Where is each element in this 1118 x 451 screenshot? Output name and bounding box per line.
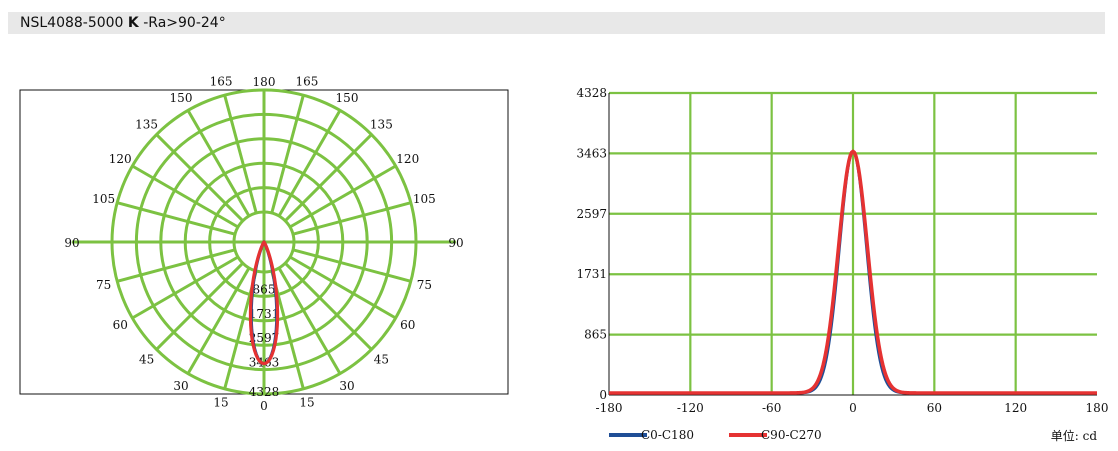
polar-angle-label: 0 [260,399,268,413]
polar-angle-label: 90 [448,236,463,250]
legend-label: C0-C180 [641,428,694,442]
polar-angle-label: 75 [96,278,111,292]
polar-angle-label: 75 [417,278,432,292]
polar-chart: 0 15 30 45 60 75 90 105 120 135 150 165 180 15 30 45 60 7… [19,75,509,413]
polar-angle-label: 105 [413,192,436,206]
line-y-tick-label: 865 [584,328,607,342]
polar-radial-label: 865 [253,282,276,296]
polar-angle-label: 45 [139,352,154,366]
line-y-tick-label: 3463 [576,146,607,160]
line-x-tick-label: 60 [927,401,942,415]
polar-spoke [155,133,244,222]
polar-angle-label: 120 [396,152,419,166]
polar-angle-label: 135 [135,118,158,132]
line-x-tick-label: 0 [849,401,857,415]
polar-angle-label: 120 [109,152,132,166]
polar-angle-label: 150 [336,91,359,105]
polar-angle-label: 15 [299,395,314,409]
polar-spoke [155,262,244,351]
polar-angle-label: 60 [113,318,128,332]
linear-chart: 0 865 1731 2597 3463 4328 -180 -120 -60 0 60 120 180… [576,86,1108,443]
polar-spoke [270,94,305,214]
polar-angle-label: 60 [400,318,415,332]
polar-angle-label: 180 [253,75,276,89]
line-y-tick-label: 0 [599,388,607,402]
unit-label: 单位: cd [1051,428,1098,443]
polar-angle-label: 15 [213,395,228,409]
line-x-tick-label: 180 [1086,401,1109,415]
chart-canvas: 0 15 30 45 60 75 90 105 120 135 150 165 180 15 30 45 60 7… [19,75,1108,443]
polar-angle-label: 45 [374,352,389,366]
line-y-tick-label: 1731 [576,267,607,281]
polar-radial-label: 4328 [249,385,280,399]
polar-spoke [292,248,412,283]
line-y-tick-label: 4328 [576,86,607,100]
polar-spoke [116,248,236,283]
polar-angle-label: 30 [339,379,354,393]
polar-angle-label: 30 [173,379,188,393]
polar-angle-label: 135 [370,118,393,132]
polar-angle-label: 105 [92,192,115,206]
polar-radial-label: 1731 [249,307,280,321]
polar-spoke [223,94,258,214]
polar-angle-label: 150 [170,91,193,105]
line-x-tick-label: -120 [677,401,704,415]
polar-spoke [284,262,373,351]
polar-angle-label: 165 [210,75,233,89]
line-x-tick-label: -180 [596,401,623,415]
polar-angle-label: 90 [64,236,79,250]
legend-label: C90-C270 [761,428,822,442]
line-y-tick-label: 2597 [576,207,607,221]
polar-spoke [284,133,373,222]
polar-spoke [116,201,236,236]
line-x-tick-label: 120 [1004,401,1027,415]
polar-spoke [292,201,412,236]
polar-angle-label: 165 [296,75,319,89]
line-x-tick-label: -60 [762,401,781,415]
